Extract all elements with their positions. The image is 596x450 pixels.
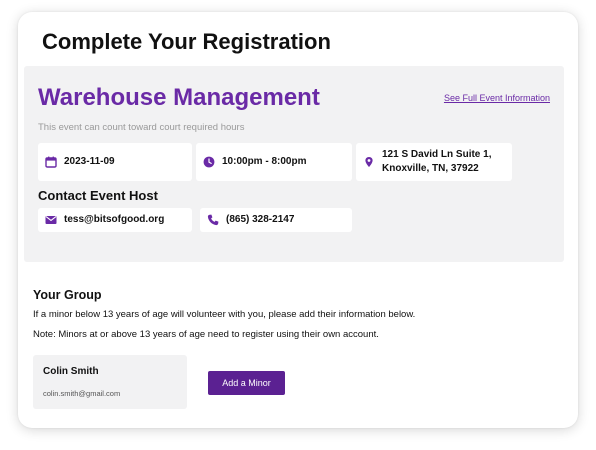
host-phone-chip[interactable]: (865) 328-2147: [200, 208, 352, 232]
event-location-line1: 121 S David Ln Suite 1,: [382, 149, 492, 160]
group-instructions: If a minor below 13 years of age will vo…: [33, 309, 416, 320]
event-location: 121 S David Ln Suite 1, Knoxville, TN, 3…: [382, 148, 491, 176]
event-time-chip: 10:00pm - 8:00pm: [196, 143, 352, 181]
event-location-line2: Knoxville, TN, 37922: [382, 163, 479, 174]
event-date-chip: 2023-11-09: [38, 143, 192, 181]
see-full-event-link[interactable]: See Full Event Information: [444, 93, 550, 103]
calendar-icon: [45, 156, 57, 168]
envelope-icon: [45, 216, 57, 224]
clock-icon: [203, 156, 215, 168]
add-minor-button[interactable]: Add a Minor: [208, 371, 285, 395]
event-location-chip: 121 S David Ln Suite 1, Knoxville, TN, 3…: [356, 143, 512, 181]
phone-icon: [207, 214, 219, 226]
registration-card: Complete Your Registration Warehouse Man…: [18, 12, 578, 428]
group-member-card: Colin Smith colin.smith@gmail.com: [33, 355, 187, 409]
map-pin-icon: [365, 157, 373, 167]
member-name: Colin Smith: [43, 366, 99, 377]
event-title: Warehouse Management: [38, 84, 320, 111]
group-note: Note: Minors at or above 13 years of age…: [33, 329, 379, 340]
host-email: tess@bitsofgood.org: [64, 214, 165, 225]
page-title: Complete Your Registration: [42, 29, 331, 54]
contact-heading: Contact Event Host: [38, 188, 158, 203]
member-email: colin.smith@gmail.com: [43, 389, 121, 398]
event-panel: Warehouse Management See Full Event Info…: [24, 66, 564, 262]
event-note: This event can count toward court requir…: [38, 122, 245, 133]
event-date: 2023-11-09: [64, 156, 115, 167]
group-heading: Your Group: [33, 288, 102, 302]
host-email-chip[interactable]: tess@bitsofgood.org: [38, 208, 192, 232]
event-time: 10:00pm - 8:00pm: [222, 156, 307, 167]
host-phone: (865) 328-2147: [226, 214, 295, 225]
